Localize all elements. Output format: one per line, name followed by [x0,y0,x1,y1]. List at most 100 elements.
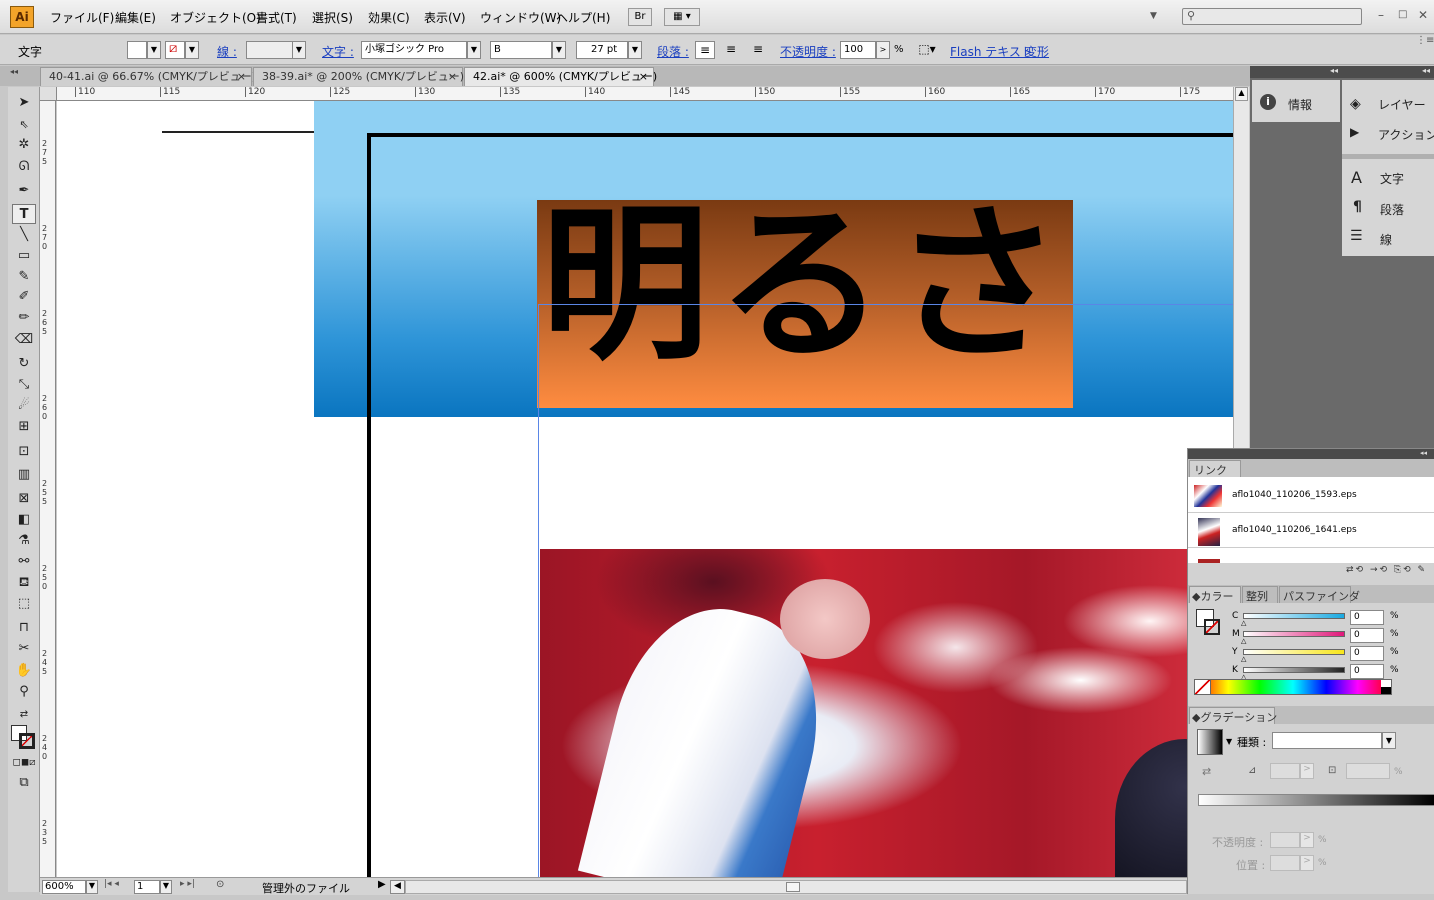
gradient-preview-swatch[interactable] [1197,729,1223,755]
menu-help[interactable]: ヘルプ(H) [556,9,610,26]
ruler-origin[interactable] [40,87,57,101]
close-icon[interactable]: ✕ [1418,8,1428,22]
scroll-up-icon[interactable]: ▲ [1235,87,1248,101]
menu-effect[interactable]: 効果(C) [368,9,410,26]
panel-menu-icon[interactable]: ⋮≡ [1416,35,1434,46]
channel-slider[interactable] [1243,613,1345,619]
recolor-button[interactable]: ⬚▾ [916,41,938,59]
menu-type[interactable]: 書式(T) [256,9,297,26]
gradient-preset-dropdown-icon[interactable]: ▼ [1226,737,1232,746]
free-transform-tool-icon[interactable]: ⊞ [12,417,36,437]
hand-tool-icon[interactable]: ✋ [12,661,36,681]
gradient-opacity-field[interactable] [1270,832,1300,848]
collapse-dock-icon[interactable]: ◂◂ [1422,66,1430,75]
slider-handle-icon[interactable]: △ [1241,619,1246,627]
arrange-documents-button[interactable]: ▦ ▾ [664,8,700,26]
search-input[interactable]: ⚲ [1182,8,1362,25]
align-right-button[interactable]: ≡ [748,41,768,59]
white-swatch[interactable] [1381,680,1391,687]
stroke-weight-dropdown[interactable]: ▼ [292,41,306,59]
gradient-tool-icon[interactable]: ◧ [12,510,36,530]
gradient-opacity-stepper[interactable]: > [1300,832,1314,848]
gradient-angle-field[interactable] [1270,763,1300,779]
line-tool-icon[interactable]: ╲ [12,225,36,245]
workspace-dropdown-icon[interactable]: ▼ [1150,11,1157,21]
live-paint-bucket-tool-icon[interactable]: ⛾ [12,573,36,593]
gradient-position-stepper[interactable]: > [1300,855,1314,871]
blob-brush-tool-icon[interactable]: ✐ [12,287,36,307]
channel-value-field[interactable]: 0 [1350,628,1384,643]
paragraph-label-link[interactable]: 段落 : [657,43,689,60]
eyedropper-tool-icon[interactable]: ⚗ [12,531,36,551]
stroke-swatch[interactable]: ⧄ [165,41,185,59]
mesh-tool-icon[interactable]: ⊠ [12,489,36,509]
transform-link[interactable]: 変形 [1025,43,1049,60]
link-item[interactable]: aflo1040_110206_1593.eps [1188,479,1434,513]
live-paint-selection-tool-icon[interactable]: ⬚ [12,594,36,614]
horizontal-ruler[interactable]: 110 115 120 125 130 135 140 145 150 155 160 165 170 1… [57,87,1233,101]
align-tab[interactable]: 整列 [1242,586,1278,603]
selection-tool-icon[interactable]: ➤ [12,93,36,113]
fill-swatch[interactable] [127,41,147,59]
color-stroke-swatch[interactable] [1204,619,1220,635]
opacity-field[interactable]: 100 [840,41,876,59]
menu-edit[interactable]: 編集(E) [115,9,156,26]
opacity-stepper[interactable]: > [876,41,890,59]
color-tab[interactable]: ◆カラー [1189,586,1241,603]
gradient-position-field[interactable] [1270,855,1300,871]
none-color-icon[interactable] [1195,680,1211,694]
panel-stack-titlebar[interactable]: ◂◂ [1188,449,1434,459]
font-family-dropdown[interactable]: ▼ [467,41,481,59]
font-family-field[interactable]: 小塚ゴシック Pro [361,41,467,59]
document-canvas[interactable]: 明るさ [57,101,1233,877]
slice-tool-icon[interactable]: ✂ [12,639,36,659]
gradient-aspect-field[interactable] [1346,763,1390,779]
channel-value-field[interactable]: 0 [1350,610,1384,625]
minimize-icon[interactable]: – [1378,8,1384,22]
flash-text-link[interactable]: Flash テキスト [950,43,1033,60]
stroke-dropdown[interactable]: ▼ [185,41,199,59]
fill-dropdown[interactable]: ▼ [147,41,161,59]
tab-40-41[interactable]: 40-41.ai @ 66.67% (CMYK/プレビュー) × [40,67,256,86]
stroke-label-link[interactable]: 線 : [217,43,237,60]
channel-value-field[interactable]: 0 [1350,646,1384,661]
character-label-link[interactable]: 文字 : [322,43,354,60]
blend-tool-icon[interactable]: ⚯ [12,552,36,572]
layers-panel-button[interactable]: レイヤー [1378,96,1426,113]
rectangle-tool-icon[interactable]: ▭ [12,246,36,266]
stroke-weight-field[interactable] [246,41,294,59]
paintbrush-tool-icon[interactable]: ✎ [12,267,36,287]
zoom-dropdown[interactable]: ▼ [86,880,98,894]
menu-select[interactable]: 選択(S) [312,9,353,26]
zoom-field[interactable]: 600% [42,880,86,894]
scroll-left-icon[interactable]: ◀ [390,880,405,894]
menu-window[interactable]: ウィンドウ(W) [480,9,561,26]
font-size-dropdown[interactable]: ▼ [628,41,642,59]
channel-slider[interactable] [1243,667,1345,673]
close-tab-icon[interactable]: × [448,68,457,85]
photo-crowd-image[interactable] [540,549,1233,877]
screen-mode-icon[interactable]: ⧉ [12,773,36,793]
first-artboard-icon[interactable]: |◂ ◂ [104,879,119,889]
pathfinder-tab[interactable]: パスファインダ [1279,586,1360,603]
horizontal-scrollbar[interactable] [405,880,1187,894]
close-tab-icon[interactable]: × [639,68,648,85]
stroke-panel-button[interactable]: 線 [1380,231,1392,248]
status-info-text[interactable]: 管理外のファイル [262,880,350,896]
stroke-color-swatch[interactable] [19,733,35,749]
status-menu-arrow-icon[interactable]: ▶ [378,879,386,890]
paragraph-panel-button[interactable]: 段落 [1380,201,1404,218]
panel-stack-collapse-icon[interactable]: ◂◂ [1420,449,1427,457]
slider-handle-icon[interactable]: △ [1241,637,1246,645]
zoom-tool-icon[interactable]: ⚲ [12,682,36,702]
symbol-sprayer-tool-icon[interactable]: ⊡ [12,442,36,462]
menu-view[interactable]: 表示(V) [424,9,466,26]
character-panel-button[interactable]: 文字 [1380,170,1404,187]
title-text[interactable]: 明るさ [537,190,1073,380]
rotate-tool-icon[interactable]: ↻ [12,354,36,374]
direct-selection-tool-icon[interactable]: ⇖ [12,115,36,135]
artboard-tool-icon[interactable]: ⊓ [12,618,36,638]
color-mode-icons[interactable]: ◻◼⧄ [12,753,36,773]
font-size-field[interactable]: 27 pt [576,41,628,59]
actions-panel-button[interactable]: アクション [1378,126,1434,143]
